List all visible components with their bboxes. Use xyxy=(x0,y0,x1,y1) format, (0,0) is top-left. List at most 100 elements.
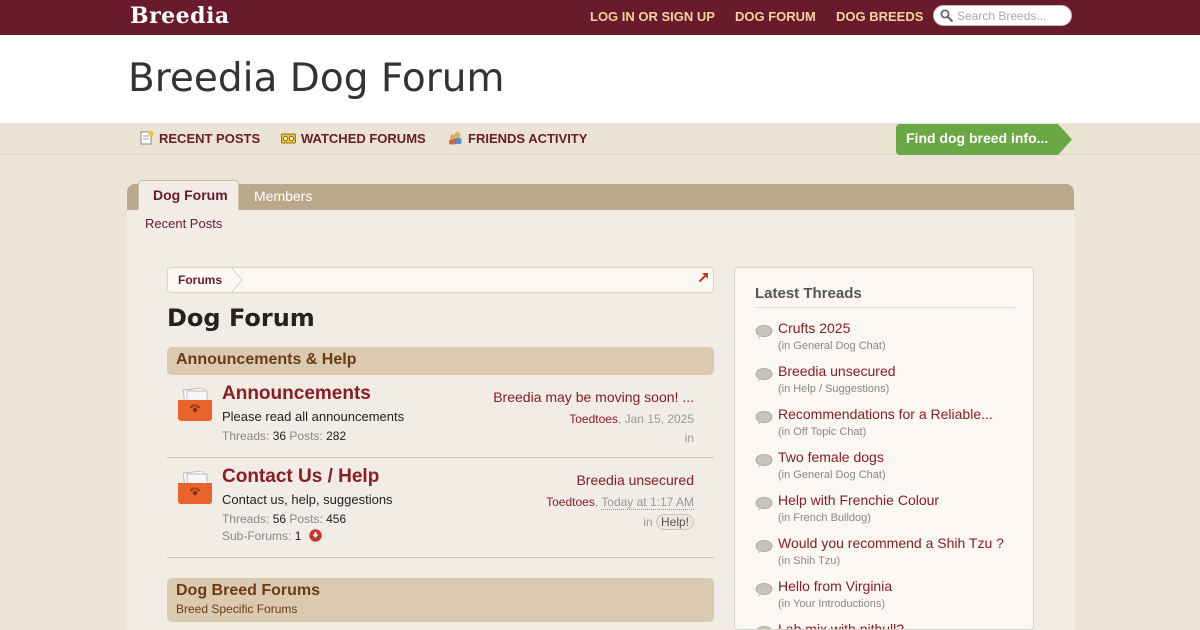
latest-threads-sidebar: Latest Threads Crufts 2025 (in General Do… xyxy=(734,267,1034,630)
thread-prefix-badge[interactable]: Help! xyxy=(655,514,694,530)
thread-forum-name: (in Shih Tzu) xyxy=(778,555,841,567)
forum-title[interactable]: Contact Us / Help xyxy=(222,466,379,488)
forum-folder-icon xyxy=(178,388,212,421)
watched-forums-label: WATCHED FORUMS xyxy=(301,131,426,146)
threads-label: Threads: xyxy=(222,512,270,526)
nav-dog-forum[interactable]: DOG FORUM xyxy=(735,9,816,24)
last-post-user[interactable]: Toedtoes xyxy=(569,412,618,426)
sidebar-heading: Latest Threads xyxy=(755,285,862,302)
latest-thread-item[interactable]: Hello from Virginia (in Your Introduction… xyxy=(755,578,1025,618)
thread-forum-name: (in General Dog Chat) xyxy=(778,469,886,481)
thread-title[interactable]: Crufts 2025 xyxy=(778,320,850,336)
forum-folder-icon xyxy=(178,471,212,504)
speech-bubble-icon xyxy=(755,583,773,597)
top-bar: Breedia LOG IN OR SIGN UP DOG FORUM DOG … xyxy=(0,0,1200,35)
category-title[interactable]: Announcements & Help xyxy=(176,351,356,369)
recent-posts-label: RECENT POSTS xyxy=(159,131,261,146)
new-document-icon xyxy=(140,131,154,145)
watched-forums-link[interactable]: WATCHED FORUMS xyxy=(281,131,426,146)
last-post-user[interactable]: Toedtoes xyxy=(546,495,595,509)
recent-posts-link[interactable]: RECENT POSTS xyxy=(139,131,260,146)
last-post-meta: Toedtoes, Today at 1:17 AM xyxy=(546,495,694,510)
thread-title[interactable]: Recommendations for a Reliable... xyxy=(778,406,993,422)
speech-bubble-icon xyxy=(755,325,773,339)
forum-stats: Threads: 56 Posts: 456 xyxy=(222,512,346,526)
latest-thread-item[interactable]: Would you recommend a Shih Tzu ? (in Shih… xyxy=(755,535,1025,575)
search-box xyxy=(933,5,1072,26)
thread-forum-name: (in French Bulldog) xyxy=(778,512,871,524)
latest-thread-item[interactable]: Crufts 2025 (in General Dog Chat) xyxy=(755,320,1025,360)
thread-forum-name: (in Off Topic Chat) xyxy=(778,426,867,438)
category-header[interactable]: Announcements & Help xyxy=(167,347,714,375)
jump-arrow-icon[interactable] xyxy=(698,272,709,283)
forum-row: Announcements Please read all announceme… xyxy=(167,376,714,458)
tab-members[interactable]: Members xyxy=(254,188,312,204)
main-panel: Dog Forum Members Recent Posts Forums Do… xyxy=(127,180,1074,630)
thread-forum-name: (in Your Introductions) xyxy=(778,598,886,610)
expand-subforums-icon[interactable] xyxy=(309,529,322,542)
category-header[interactable]: Dog Breed Forums Breed Specific Forums xyxy=(167,578,714,622)
thread-forum-name: (in General Dog Chat) xyxy=(778,340,886,352)
speech-bubble-icon xyxy=(755,411,773,425)
tab-strip: Dog Forum Members xyxy=(127,180,1074,210)
latest-thread-item[interactable]: Help with Frenchie Colour (in French Bull… xyxy=(755,492,1025,532)
latest-thread-item[interactable]: Recommendations for a Reliable... (in Off… xyxy=(755,406,1025,446)
divider xyxy=(755,307,1015,308)
thread-title[interactable]: Hello from Virginia xyxy=(778,578,892,594)
users-icon xyxy=(449,132,462,145)
thread-title[interactable]: Help with Frenchie Colour xyxy=(778,492,939,508)
category-title[interactable]: Dog Breed Forums xyxy=(176,582,320,600)
forum-description: Please read all announcements xyxy=(222,409,405,424)
thread-title[interactable]: Breedia unsecured xyxy=(778,363,896,379)
latest-thread-item[interactable]: Two female dogs (in General Dog Chat) xyxy=(755,449,1025,489)
last-post-meta: Toedtoes, Jan 15, 2025 xyxy=(569,412,694,426)
threads-count: 36 xyxy=(272,429,287,443)
thread-title[interactable]: Lab mix with pitbull? xyxy=(778,621,904,629)
speech-bubble-icon xyxy=(755,497,773,511)
subforums-info: Sub-Forums: 1 xyxy=(222,529,322,543)
posts-label: Posts: xyxy=(289,512,323,526)
search-icon[interactable] xyxy=(940,9,953,22)
category-description: Breed Specific Forums xyxy=(176,602,298,616)
thread-title[interactable]: Would you recommend a Shih Tzu ? xyxy=(778,535,1004,551)
friends-activity-label: FRIENDS ACTIVITY xyxy=(468,131,588,146)
nav-dog-breeds[interactable]: DOG BREEDS xyxy=(836,9,923,24)
forum-stats: Threads: 36 Posts: 282 xyxy=(222,429,346,443)
tab-dog-forum[interactable]: Dog Forum xyxy=(138,180,239,210)
subforums-label: Sub-Forums: xyxy=(222,529,292,543)
posts-label: Posts: xyxy=(289,429,323,443)
forum-title[interactable]: Announcements xyxy=(222,383,371,405)
forum-row: Contact Us / Help Contact us, help, sugg… xyxy=(167,459,714,558)
latest-thread-item[interactable]: Breedia unsecured (in Help / Suggestions) xyxy=(755,363,1025,403)
find-breed-button[interactable]: Find dog breed info... xyxy=(896,124,1072,155)
last-post-date: Jan 15, 2025 xyxy=(624,412,694,426)
posts-count: 282 xyxy=(326,429,347,443)
breadcrumb: Forums xyxy=(167,267,714,293)
thread-forum-name: (in Help / Suggestions) xyxy=(778,383,890,395)
speech-bubble-icon xyxy=(755,368,773,382)
forum-description: Contact us, help, suggestions xyxy=(222,492,393,507)
tab-sublink-recent-posts[interactable]: Recent Posts xyxy=(145,216,222,231)
glasses-icon xyxy=(281,133,296,144)
subforums-count: 1 xyxy=(294,529,302,543)
site-header: Breedia Dog Forum xyxy=(0,35,1200,123)
last-post-in-row: in Help! xyxy=(643,514,694,530)
threads-label: Threads: xyxy=(222,429,270,443)
page-title: Dog Forum xyxy=(167,304,315,332)
last-post-in-label: in xyxy=(643,515,653,529)
last-post-title[interactable]: Breedia may be moving soon! ... xyxy=(493,389,694,405)
search-input[interactable] xyxy=(957,8,1067,23)
nav-login-signup[interactable]: LOG IN OR SIGN UP xyxy=(590,9,715,24)
threads-count: 56 xyxy=(272,512,287,526)
posts-count: 456 xyxy=(326,512,347,526)
speech-bubble-icon xyxy=(756,626,772,629)
site-logo[interactable]: Breedia xyxy=(130,3,230,29)
last-post-title[interactable]: Breedia unsecured xyxy=(576,472,694,488)
breadcrumb-forums[interactable]: Forums xyxy=(178,273,222,287)
thread-title[interactable]: Two female dogs xyxy=(778,449,884,465)
latest-thread-item[interactable]: Lab mix with pitbull? xyxy=(755,621,1025,629)
speech-bubble-icon xyxy=(755,540,773,554)
site-title[interactable]: Breedia Dog Forum xyxy=(128,56,505,101)
breadcrumb-separator xyxy=(230,267,243,293)
friends-activity-link[interactable]: FRIENDS ACTIVITY xyxy=(448,131,587,146)
